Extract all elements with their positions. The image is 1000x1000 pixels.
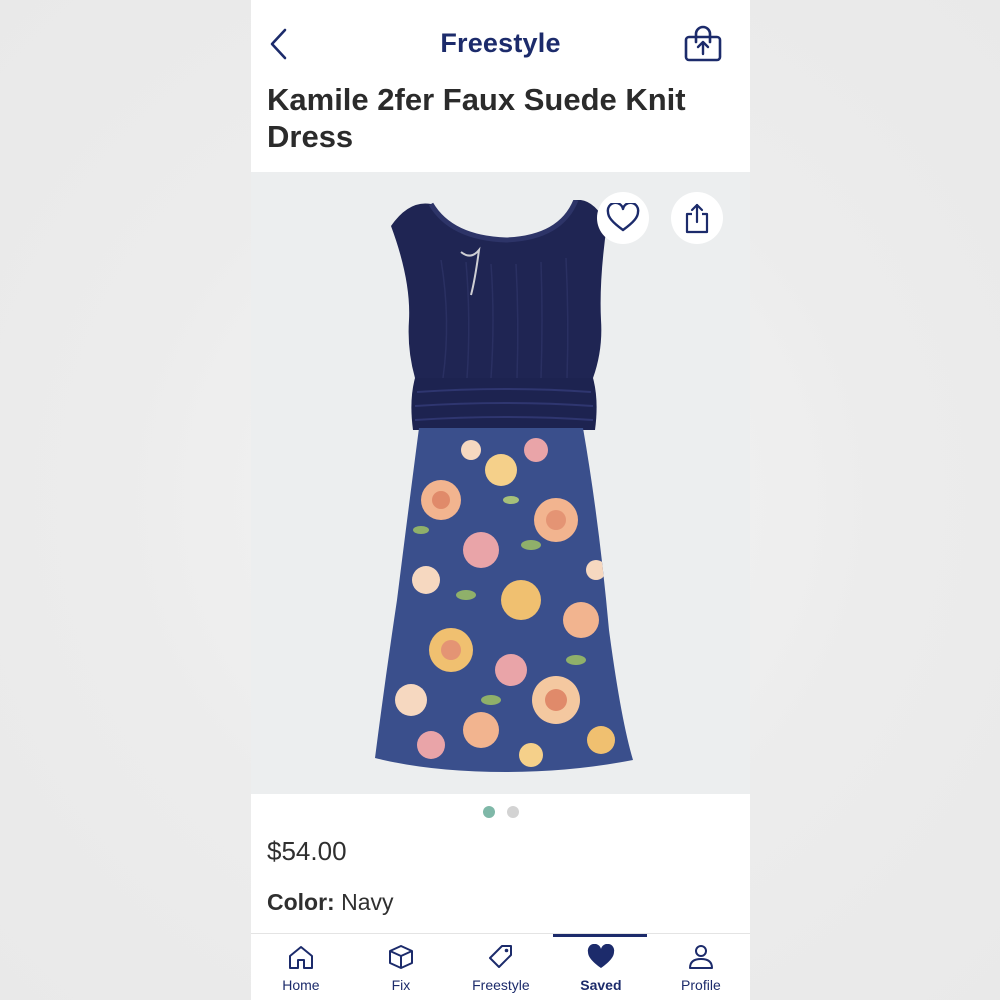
product-image: [375, 200, 633, 772]
shopping-bag-icon: [684, 25, 722, 62]
tab-label: Saved: [580, 977, 622, 993]
share-button[interactable]: [671, 192, 723, 244]
product-price: $54.00: [267, 836, 347, 866]
tab-label: Fix: [391, 977, 411, 993]
tab-label: Home: [282, 977, 320, 993]
status-bar-fragment: [685, 0, 707, 2]
heart-outline-icon: [606, 203, 640, 232]
color-selection: Color: Navy: [267, 889, 394, 916]
tab-saved[interactable]: Saved: [551, 934, 651, 1000]
color-label: Color:: [267, 889, 335, 915]
tab-freestyle[interactable]: Freestyle: [451, 934, 551, 1000]
top-nav-bar: Freestyle: [251, 0, 750, 78]
share-icon: [685, 203, 709, 234]
app-screen: Freestyle Kamile 2fer Faux Suede Knit Dr…: [251, 0, 750, 1000]
color-value: Navy: [341, 889, 394, 915]
pagination-dot-1[interactable]: [482, 806, 495, 818]
gallery-pagination: [251, 806, 750, 818]
tag-icon: [488, 945, 512, 968]
bottom-tab-bar: Home Fix Freestyle Saved Profile: [251, 933, 750, 1000]
person-icon: [688, 945, 713, 969]
tab-label: Profile: [681, 977, 721, 993]
tab-profile[interactable]: Profile: [651, 934, 750, 1000]
tab-fix[interactable]: Fix: [351, 934, 451, 1000]
product-image-gallery[interactable]: [251, 172, 750, 794]
heart-filled-icon: [587, 944, 615, 968]
pagination-dot-2[interactable]: [506, 806, 519, 818]
page-title: Freestyle: [440, 28, 561, 58]
favorite-button[interactable]: [597, 192, 649, 244]
tab-home[interactable]: Home: [251, 934, 351, 1000]
tab-label: Freestyle: [472, 977, 530, 993]
home-icon: [288, 946, 313, 969]
product-title: Kamile 2fer Faux Suede Knit Dress: [267, 82, 686, 154]
shopping-bag-button[interactable]: [683, 24, 723, 64]
box-icon: [388, 945, 413, 969]
